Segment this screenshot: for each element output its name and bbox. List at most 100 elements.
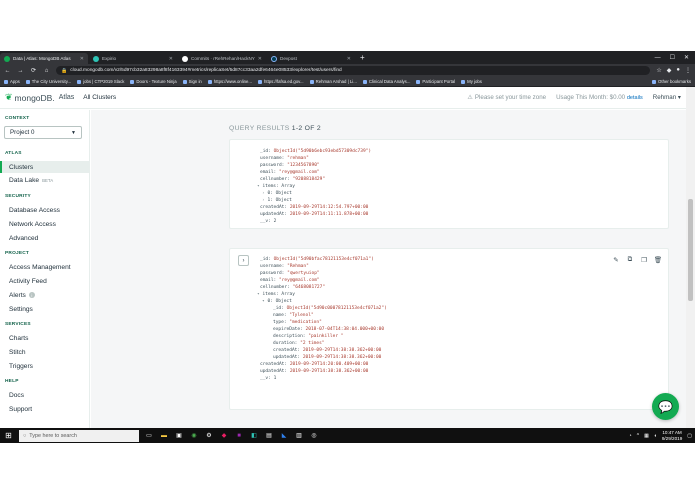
folder-icon: [652, 79, 657, 84]
field-version: __v: 1: [260, 376, 277, 381]
chrome-icon[interactable]: ◉: [189, 431, 199, 441]
minimize-icon[interactable]: —: [655, 55, 661, 61]
bookmark-item[interactable]: My jobs: [461, 79, 482, 84]
bookmark-item[interactable]: Doors - Texture Ninja: [130, 79, 177, 84]
field-item-0[interactable]: › 0: Object: [262, 191, 292, 196]
copy-icon[interactable]: ⧉: [625, 255, 635, 265]
details-link[interactable]: details: [627, 95, 643, 101]
profile-icon[interactable]: ●: [676, 67, 680, 74]
sidebar-item-support[interactable]: Support: [0, 403, 89, 415]
windows-start-icon[interactable]: ⊞: [3, 431, 14, 440]
bookmark-item[interactable]: Participant Portal: [416, 79, 455, 84]
field-item-1[interactable]: › 1: Object: [262, 198, 292, 203]
bookmark-item[interactable]: Clinical Data Analys...: [362, 79, 410, 84]
support-chat-button[interactable]: 💬: [652, 393, 679, 420]
bookmark-item[interactable]: Rehman Arshad | Li...: [309, 79, 357, 84]
browser-tab-commits[interactable]: Commits · rRehRehan/HackNY ✕: [178, 53, 266, 64]
close-icon[interactable]: ✕: [347, 56, 351, 62]
extension-icon[interactable]: ◆: [667, 67, 672, 74]
edit-icon[interactable]: ✎: [611, 255, 621, 265]
file-explorer-icon[interactable]: ▬: [159, 431, 169, 441]
sidebar-item-advanced[interactable]: Advanced: [0, 232, 89, 244]
sidebar-item-network-access[interactable]: Network Access: [0, 218, 89, 230]
back-icon[interactable]: ←: [4, 68, 11, 74]
user-menu[interactable]: Rehman ▾: [653, 94, 681, 101]
expand-button[interactable]: ›: [238, 255, 249, 266]
taskbar-clock[interactable]: 10:47 AM 9/29/2019: [662, 430, 682, 441]
star-icon[interactable]: ☆: [656, 67, 661, 74]
bookmark-item[interactable]: https://fafsa.ed.gov...: [258, 79, 304, 84]
network-icon[interactable]: ▦: [644, 433, 649, 439]
org-selector[interactable]: All Clusters: [83, 94, 116, 101]
sidebar-item-triggers[interactable]: Triggers: [0, 360, 89, 372]
page-scrollbar[interactable]: [686, 87, 695, 428]
other-bookmarks[interactable]: Other bookmarks: [652, 79, 691, 84]
notifications-icon[interactable]: ▢: [687, 433, 692, 439]
chevron-up-icon[interactable]: ^: [637, 433, 639, 439]
close-icon[interactable]: ✕: [258, 56, 262, 62]
sidebar-item-database-access[interactable]: Database Access: [0, 204, 89, 216]
sidebar-item-access-management[interactable]: Access Management: [0, 261, 89, 273]
document-actions: ✎ ⧉ ❐ 🗑: [611, 255, 663, 265]
app-icon[interactable]: ◧: [249, 431, 259, 441]
home-icon[interactable]: ⌂: [43, 68, 50, 74]
vscode-icon[interactable]: ◣: [279, 431, 289, 441]
sidebar-item-docs[interactable]: Docs: [0, 389, 89, 401]
close-icon[interactable]: ✕: [80, 56, 84, 62]
field-createdAt: createdAt: 2019-09-29T14:20:00.409+00:00: [260, 362, 369, 367]
field-item-id: _id: ObjectId("5d90c00078121153e4cf071a2…: [273, 306, 387, 311]
tray-icon[interactable]: ◔: [629, 433, 632, 439]
address-bar[interactable]: 🔒 cloud.mongodb.com/v2/5d97cb32a83298a8f…: [56, 66, 651, 75]
triangle-down-icon: ▾: [262, 299, 265, 304]
taskbar-search[interactable]: ○ Type here to search: [19, 429, 139, 442]
browser-tab-atlas[interactable]: Data | Atlas: MongoDB Atlas ✕: [0, 53, 88, 64]
reload-icon[interactable]: ⟳: [30, 67, 37, 74]
bookmark-item[interactable]: Sign in: [182, 79, 202, 84]
close-window-icon[interactable]: ✕: [684, 54, 689, 61]
sidebar-item-clusters[interactable]: Clusters: [0, 161, 89, 173]
devpost-icon: [271, 55, 277, 62]
section-label-security: SECURITY: [5, 194, 31, 199]
new-tab-button[interactable]: +: [356, 53, 369, 64]
app-icon[interactable]: ◎: [309, 431, 319, 441]
terminal-icon[interactable]: ▤: [264, 431, 274, 441]
sidebar-item-data-lake[interactable]: Data Lake BETA: [0, 174, 89, 186]
sidebar-item-settings[interactable]: Settings: [0, 303, 89, 315]
document-card[interactable]: _id: ObjectId("5d90b6ebc93ebd57309dc739"…: [229, 139, 669, 229]
close-icon[interactable]: ✕: [169, 56, 173, 62]
maximize-icon[interactable]: ☐: [670, 54, 675, 61]
scrollbar-thumb[interactable]: [688, 199, 693, 301]
menu-icon[interactable]: ⋮: [685, 67, 691, 74]
task-view-icon[interactable]: ▭: [144, 431, 154, 441]
app-icon[interactable]: ■: [234, 431, 244, 441]
main-content: QUERY RESULTS 1-2 OF 2 _id: ObjectId("5d…: [91, 110, 686, 428]
app-icon[interactable]: ▥: [294, 431, 304, 441]
info-icon: i: [28, 292, 35, 298]
sidebar-item-stitch[interactable]: Stitch: [0, 346, 89, 358]
project-selector[interactable]: Project 0 ▼: [4, 126, 82, 139]
bookmark-item[interactable]: jobs | CTP2019 Slack: [77, 79, 124, 84]
store-icon[interactable]: ▣: [174, 431, 184, 441]
browser-tab-expirio[interactable]: Expirio ✕: [89, 53, 177, 64]
mongodb-logo[interactable]: ❦ mongoDB. Atlas: [5, 92, 74, 103]
forward-icon[interactable]: →: [17, 68, 24, 74]
app-icon[interactable]: ◆: [219, 431, 229, 441]
timezone-notice[interactable]: ⚠ Please set your time zone: [467, 94, 546, 101]
sidebar-item-charts[interactable]: Charts: [0, 332, 89, 344]
document-card[interactable]: › ✎ ⧉ ❐ 🗑 _id: ObjectId("5d90bfac7812115…: [229, 248, 669, 410]
browser-tab-devpost[interactable]: Devpost ✕: [267, 53, 355, 64]
volume-icon[interactable]: ◖: [654, 433, 657, 439]
tab-title: Data | Atlas: MongoDB Atlas: [13, 56, 71, 61]
bookmark-item[interactable]: https://www.online...: [207, 79, 252, 84]
field-item-updatedAt: updatedAt: 2019-09-29T14:38:38.362+00:00: [273, 355, 382, 360]
field-items[interactable]: ▾ items: Array: [257, 184, 295, 189]
bookmark-item[interactable]: The City University...: [25, 79, 71, 84]
bookmark-apps[interactable]: Apps: [4, 79, 20, 84]
settings-icon[interactable]: ⚙: [204, 431, 214, 441]
clone-icon[interactable]: ❐: [639, 255, 649, 265]
field-item-0[interactable]: ▾ 0: Object: [262, 299, 292, 304]
sidebar-item-activity-feed[interactable]: Activity Feed: [0, 275, 89, 287]
sidebar-item-alerts[interactable]: Alerts i: [0, 289, 89, 301]
delete-icon[interactable]: 🗑: [653, 255, 663, 265]
field-items[interactable]: ▾ items: Array: [257, 292, 295, 297]
